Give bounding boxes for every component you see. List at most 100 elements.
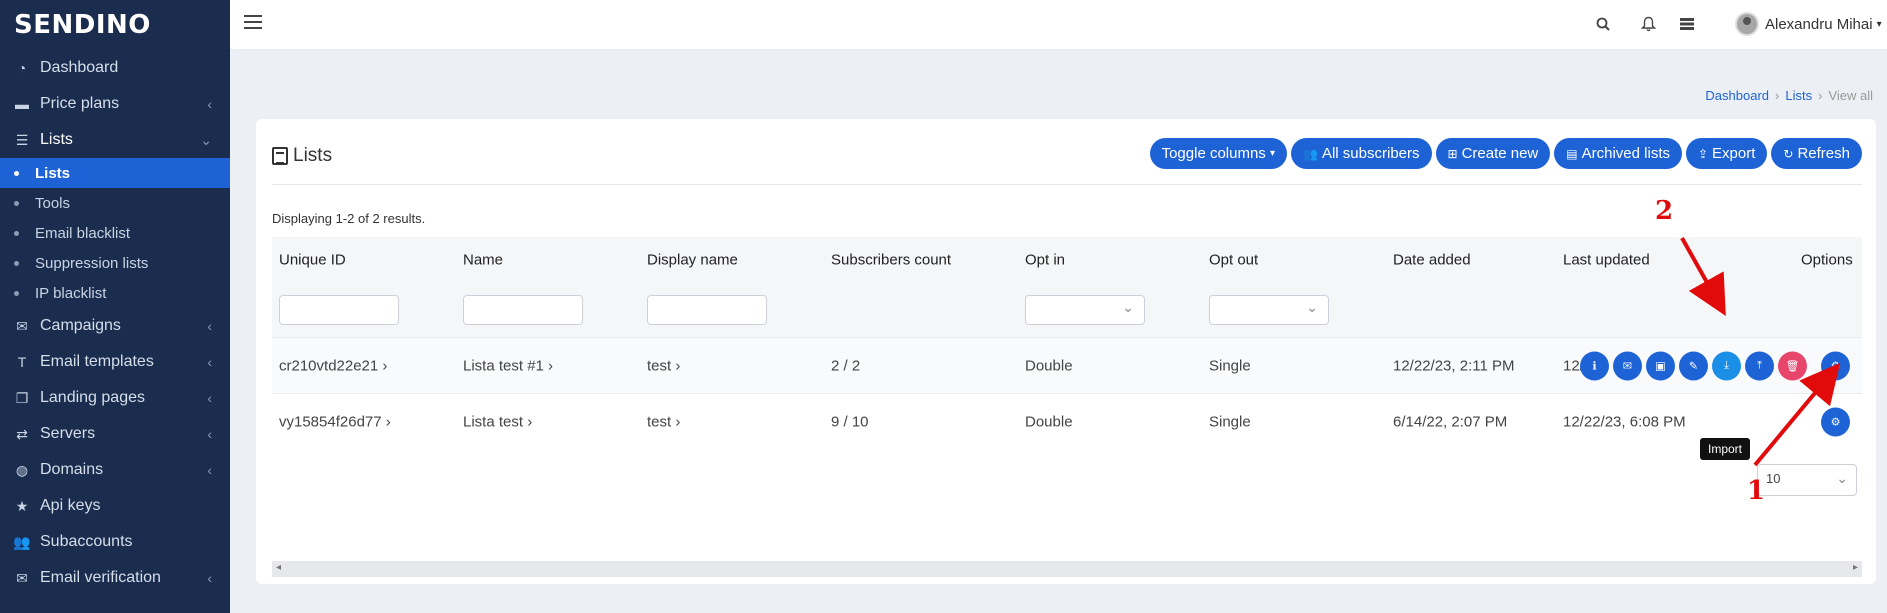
users-icon: 👥	[1303, 146, 1318, 161]
search-icon[interactable]	[1593, 14, 1613, 34]
button-label: All subscribers	[1321, 145, 1420, 162]
export-icon[interactable]: ⤒	[1745, 351, 1774, 380]
button-label: Create new	[1461, 145, 1539, 162]
column-header-subscribers-count[interactable]: Subscribers count	[831, 252, 951, 269]
filter-unique-id-input[interactable]	[279, 295, 399, 325]
overview-icon[interactable]: ▣	[1646, 351, 1675, 380]
results-summary: Displaying 1-2 of 2 results.	[272, 211, 426, 226]
column-header-display-name[interactable]: Display name	[647, 252, 738, 269]
breadcrumb: Dashboard › Lists › View all	[1705, 88, 1873, 103]
cell-name[interactable]: Lista test ›	[463, 413, 532, 430]
star-icon: ★	[15, 497, 29, 514]
refresh-button[interactable]: ↻ Refresh	[1771, 138, 1862, 169]
sidebar-subitem-tools[interactable]: Tools	[0, 188, 230, 218]
column-header-opt-in[interactable]: Opt in	[1025, 252, 1065, 269]
cell-last-updated: 12/22/23, 6:08 PM	[1563, 413, 1686, 430]
caret-down-icon: ▾	[1269, 148, 1276, 159]
edit-icon[interactable]: ✎	[1679, 351, 1708, 380]
column-header-unique-id[interactable]: Unique ID	[279, 252, 346, 269]
options-toggle-icon[interactable]: ⚙	[1821, 351, 1850, 380]
options-toggle-icon[interactable]: ⚙	[1821, 407, 1850, 436]
sidebar-item-subaccounts[interactable]: 👥 Subaccounts	[0, 524, 230, 560]
column-header-opt-out[interactable]: Opt out	[1209, 252, 1258, 269]
filter-display-name-input[interactable]	[647, 295, 767, 325]
cell-display-name[interactable]: test ›	[647, 357, 680, 374]
sidebar-item-servers[interactable]: ⇄ Servers ‹	[0, 416, 230, 452]
import-icon[interactable]: ⤓	[1712, 351, 1741, 380]
users-icon: 👥	[13, 533, 31, 550]
page-size-select[interactable]: 10	[1757, 464, 1857, 496]
plus-square-icon: ⊞	[1447, 146, 1458, 161]
sidebar: SENDINO ◔ Dashboard ▬ Price plans ‹ ☰ Li…	[0, 0, 230, 613]
sidebar-item-price-plans[interactable]: ▬ Price plans ‹	[0, 86, 230, 122]
column-header-last-updated[interactable]: Last updated	[1563, 252, 1650, 269]
sidebar-item-domains[interactable]: ◍ Domains ‹	[0, 452, 230, 488]
column-header-name[interactable]: Name	[463, 252, 503, 269]
list-icon: ☰	[15, 131, 29, 148]
cell-name[interactable]: Lista test #1 ›	[463, 357, 553, 374]
topbar: Alexandru Mihai ▾	[230, 0, 1887, 50]
page-title: Lists	[272, 145, 332, 167]
sidebar-item-api-keys[interactable]: ★ Api keys	[0, 488, 230, 524]
sidebar-subitem-email-blacklist[interactable]: Email blacklist	[0, 218, 230, 248]
list-icon	[272, 147, 288, 165]
menu-icon[interactable]	[244, 15, 262, 29]
cell-opt-out: Single	[1209, 413, 1251, 430]
delete-icon[interactable]: 🗑	[1778, 351, 1807, 380]
annotation-label-1: 1	[1747, 476, 1766, 506]
scroll-right-icon[interactable]: ▸	[1853, 562, 1858, 573]
all-subscribers-button[interactable]: 👥 All subscribers	[1291, 138, 1432, 169]
breadcrumb-dashboard[interactable]: Dashboard	[1705, 88, 1769, 103]
bullet-icon	[14, 170, 19, 176]
sidebar-item-campaigns[interactable]: ✉ Campaigns ‹	[0, 308, 230, 344]
bell-icon[interactable]	[1638, 14, 1658, 34]
export-icon: ⇪	[1697, 146, 1709, 161]
envelope-check-icon: ✉	[16, 569, 28, 586]
cell-display-name[interactable]: test ›	[647, 413, 680, 430]
scroll-left-icon[interactable]: ◂	[276, 562, 281, 573]
breadcrumb-lists[interactable]: Lists	[1785, 88, 1812, 103]
archived-lists-button[interactable]: ▤ Archived lists	[1554, 138, 1682, 169]
column-header-date-added[interactable]: Date added	[1393, 252, 1471, 269]
sidebar-subitem-lists[interactable]: Lists	[0, 158, 230, 188]
sidebar-submenu-lists: Lists Tools Email blacklist Suppression …	[0, 158, 230, 308]
exchange-icon: ⇄	[16, 425, 28, 442]
sidebar-item-lists[interactable]: ☰ Lists ⌄	[0, 122, 230, 158]
logo[interactable]: SENDINO	[0, 0, 230, 50]
credit-card-icon: ▬	[15, 96, 29, 112]
lists-panel: Lists Toggle columns ▾ 👥 All subscribers …	[256, 119, 1876, 584]
sidebar-item-dashboard[interactable]: ◔ Dashboard	[0, 50, 230, 86]
toggle-columns-button[interactable]: Toggle columns ▾	[1149, 138, 1288, 169]
chevron-left-icon: ‹	[207, 426, 212, 442]
sidebar-item-email-templates[interactable]: T Email templates ‹	[0, 344, 230, 380]
logo-text: SENDINO	[14, 10, 151, 40]
info-icon[interactable]: ℹ	[1580, 351, 1609, 380]
sidebar-subitem-suppression-lists[interactable]: Suppression lists	[0, 248, 230, 278]
filter-opt-out-select[interactable]	[1209, 295, 1329, 325]
sidebar-subitem-label: Email blacklist	[35, 224, 131, 242]
sidebar-subitem-ip-blacklist[interactable]: IP blacklist	[0, 278, 230, 308]
horizontal-scrollbar[interactable]: ◂ ▸	[272, 561, 1862, 577]
cell-opt-in: Double	[1025, 357, 1073, 374]
cell-unique-id[interactable]: cr210vtd22e21 ›	[279, 357, 387, 374]
sidebar-item-landing-pages[interactable]: ❐ Landing pages ‹	[0, 380, 230, 416]
cell-unique-id[interactable]: vy15854f26d77 ›	[279, 413, 391, 430]
sidebar-item-email-verification[interactable]: ✉ Email verification ‹	[0, 560, 230, 596]
server-icon[interactable]	[1677, 14, 1697, 34]
filter-name-input[interactable]	[463, 295, 583, 325]
envelope-icon: ✉	[16, 317, 28, 334]
create-new-button[interactable]: ⊞ Create new	[1435, 138, 1551, 169]
chevron-left-icon: ‹	[207, 570, 212, 586]
user-menu[interactable]: Alexandru Mihai ▾	[1735, 12, 1882, 36]
filter-opt-in-select[interactable]	[1025, 295, 1145, 325]
table-filters	[272, 283, 1862, 337]
sidebar-item-label: Domains	[40, 461, 104, 478]
chevron-left-icon: ‹	[207, 318, 212, 334]
pages-icon: ❐	[15, 389, 29, 406]
refresh-icon: ↻	[1783, 146, 1794, 161]
envelope-icon[interactable]: ✉	[1613, 351, 1642, 380]
chevron-left-icon: ‹	[207, 462, 212, 478]
button-label: Refresh	[1797, 145, 1850, 162]
button-label: Toggle columns	[1161, 145, 1266, 162]
export-button[interactable]: ⇪ Export	[1685, 138, 1768, 169]
